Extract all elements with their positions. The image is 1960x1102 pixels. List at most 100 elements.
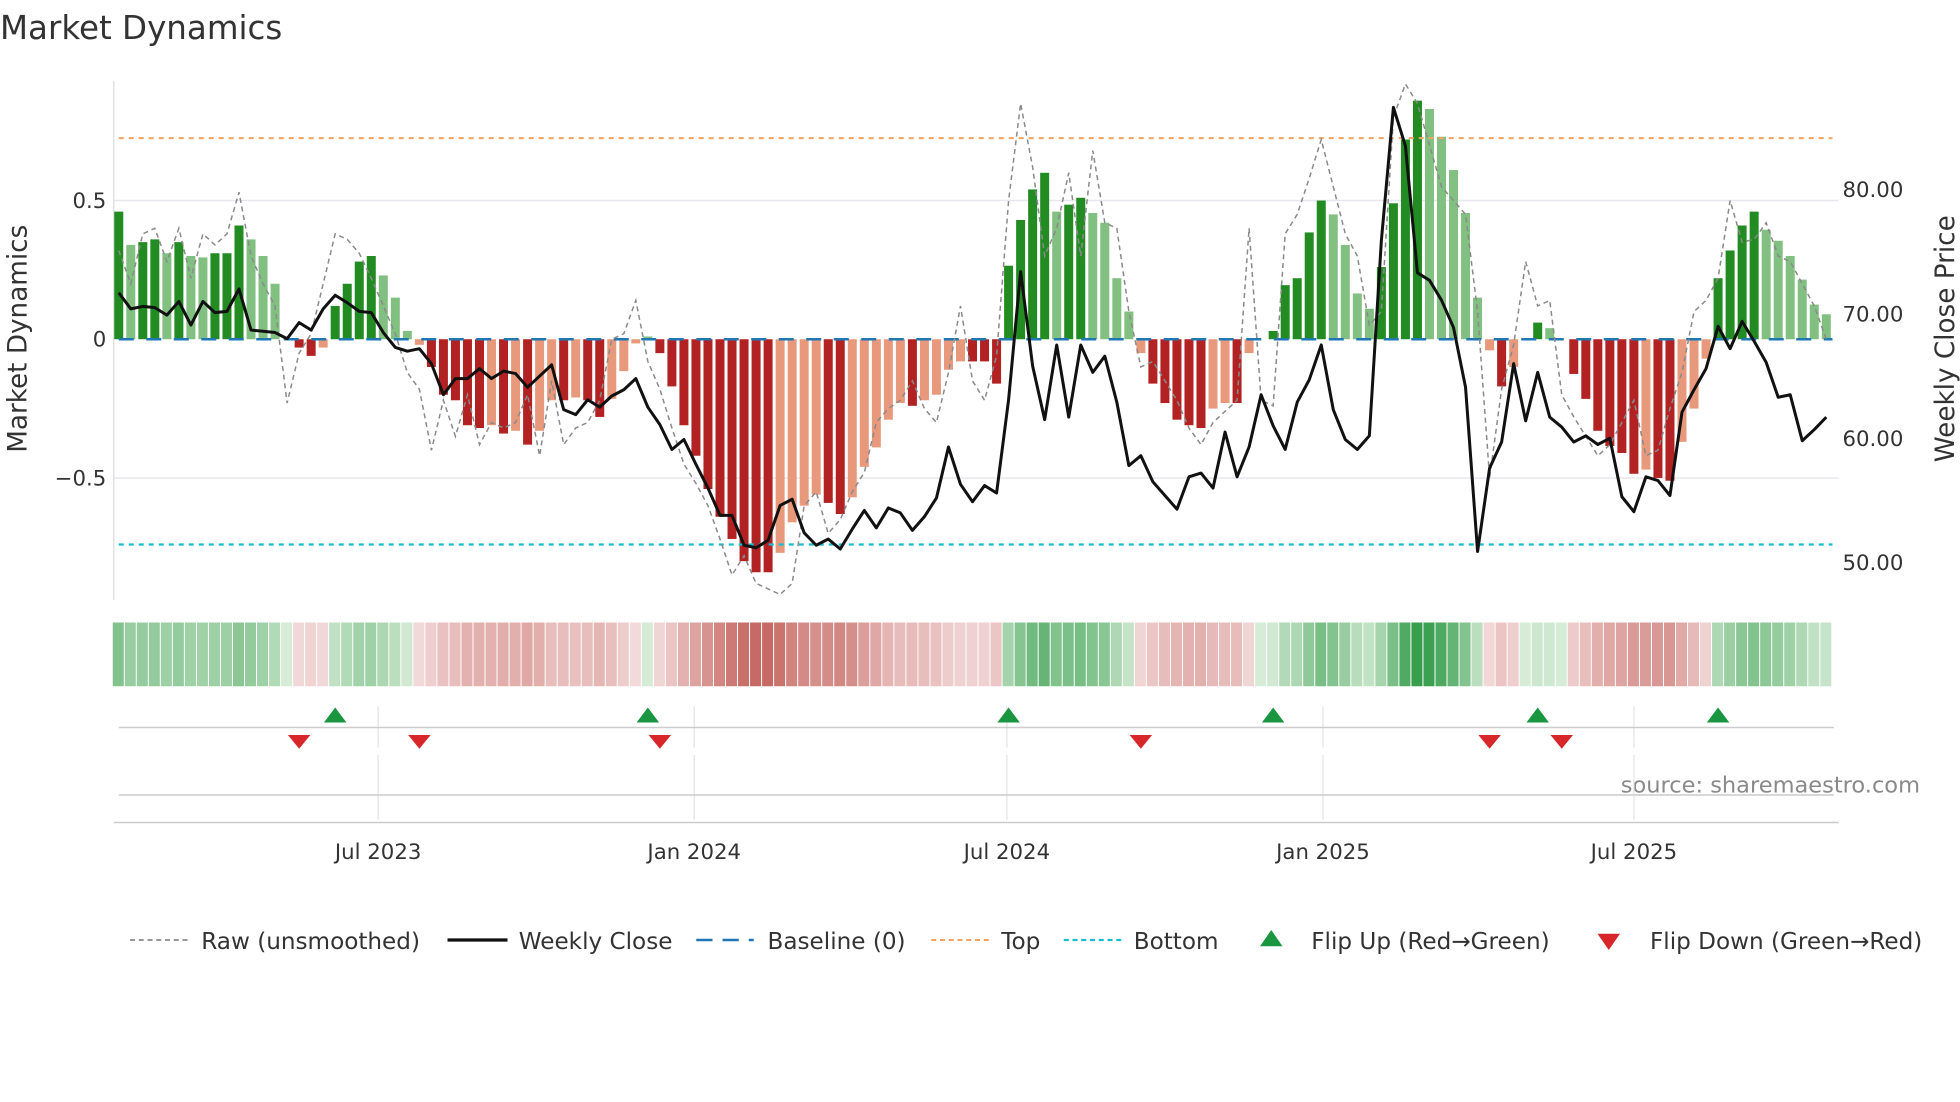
heat-cell [738,622,750,687]
heat-cell [1447,622,1459,687]
heat-cell [509,622,521,687]
momentum-bar [1208,339,1218,409]
heat-cell [966,622,978,687]
momentum-bar [1761,229,1771,340]
heat-cell [1050,622,1062,687]
heat-cell [1507,622,1519,687]
momentum-bar [306,339,316,356]
heat-cell [365,622,377,687]
momentum-bar [1749,211,1759,340]
momentum-bar [559,339,569,401]
heat-cell [1784,622,1796,687]
flip-up-marker [997,707,1020,723]
flip-panel [113,707,1839,824]
momentum-bar [1112,278,1122,340]
heat-cell [1748,622,1760,687]
heat-cell [1808,622,1820,687]
legend-item-bottom: Bottom [1063,929,1219,955]
momentum-bar [1388,203,1398,340]
heat-cell [1796,622,1808,687]
flip-down-marker [1478,735,1501,749]
momentum-bar [1641,339,1651,470]
momentum-bar [787,339,797,523]
x-tick-label: Jul 2025 [1589,840,1677,865]
momentum-bar [571,339,581,398]
heat-cell [1603,622,1615,687]
heat-cell [1351,622,1363,687]
momentum-bar [1052,211,1062,340]
heat-cell [1411,622,1423,687]
heat-cell [1339,622,1351,687]
momentum-bar [631,339,641,344]
momentum-bar [475,339,484,429]
heat-cell [1146,622,1158,687]
x-tick-label: Jul 2023 [333,840,421,865]
momentum-bar [1160,339,1170,404]
heat-cell [449,622,461,687]
heat-cell [1651,622,1663,687]
heat-cell [1495,622,1507,687]
momentum-bar [1461,213,1471,340]
heat-cell [882,622,894,687]
heat-cell [1375,622,1387,687]
heat-cell [1219,622,1231,687]
heat-cell [437,622,449,687]
right-tick-label: 60.00 [1843,427,1904,452]
heat-cell [1423,622,1435,687]
heat-cell [593,622,605,687]
momentum-bar [523,339,533,445]
heat-cell [413,622,425,687]
momentum-bar [895,339,905,404]
momentum-bar [258,256,268,340]
momentum-bar [1593,339,1603,431]
x-tick-label: Jan 2024 [645,840,741,865]
momentum-bar [703,339,713,490]
heat-cell [196,622,208,687]
heat-cell [521,622,533,687]
heat-cell [822,622,834,687]
heat-cell [257,622,269,687]
momentum-bar [1316,200,1326,340]
heat-cell [641,622,653,687]
heat-cell [184,622,196,687]
momentum-bar [691,339,701,456]
momentum-bar [1088,213,1098,340]
heat-cell [762,622,774,687]
momentum-bar [366,256,376,340]
legend-label: Flip Up (Red→Green) [1311,929,1549,955]
heat-cell [461,622,473,687]
heat-cell [629,622,641,687]
heat-cell [329,622,341,687]
heat-cell [569,622,581,687]
momentum-bar [162,253,172,340]
left-tick-label: 0 [93,328,107,353]
momentum-bar [823,339,833,503]
legend-item-flip-up: Flip Up (Red→Green) [1260,929,1550,955]
legend-item-flip-down: Flip Down (Green→Red) [1597,929,1922,955]
heat-cell [1567,622,1579,687]
heat-cell [533,622,545,687]
heat-cell [232,622,245,687]
momentum-bar [1809,304,1819,340]
heat-cell [557,622,569,687]
momentum-bar [234,225,244,340]
momentum-bar [1292,278,1302,340]
momentum-bar [883,339,893,420]
heat-cell [846,622,858,687]
legend-label: Raw (unsmoothed) [201,929,420,955]
heat-strip [112,622,1832,687]
flip-down-marker [1550,735,1573,749]
momentum-bar [330,305,340,340]
heat-cell [1700,622,1712,687]
heat-cell [1820,622,1832,687]
momentum-bar [354,261,364,340]
momentum-bar [655,339,665,354]
momentum-bar [535,339,545,431]
heat-cell [1098,622,1110,687]
heat-cell [1038,622,1050,687]
heat-cell [401,622,413,687]
momentum-bar [907,339,917,406]
momentum-bar [1028,189,1038,340]
heat-cell [786,622,798,687]
momentum-bar [1581,339,1591,399]
